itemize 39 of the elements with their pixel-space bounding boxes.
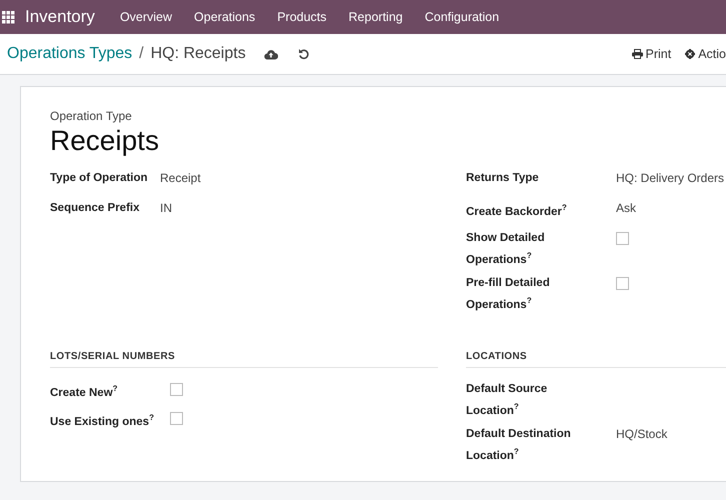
- apps-menu-icon[interactable]: [2, 10, 15, 24]
- menu-item[interactable]: Configuration: [414, 10, 510, 24]
- field-label: Show Detailed Operations$^{?}$: [466, 231, 546, 268]
- field-label: Use Existing ones$^{?}$: [50, 412, 155, 430]
- section-title: LOTS/SERIAL NUMBERS: [50, 351, 438, 368]
- checkbox[interactable]: [170, 383, 183, 396]
- field-value: HQ/Stock: [616, 426, 668, 443]
- field-value: IN: [160, 200, 173, 217]
- field-label: Pre-fill Detailed Operations$^{?}$: [466, 276, 551, 313]
- field-label: Sequence Prefix: [50, 201, 140, 216]
- field-value: HQ: Delivery Orders: [616, 170, 726, 187]
- field-value: Receipt: [160, 170, 202, 187]
- checkbox[interactable]: [616, 232, 629, 245]
- field-label: Type of Operation: [50, 171, 149, 186]
- gear-icon: [685, 49, 696, 59]
- field-label: Returns Type: [466, 171, 540, 186]
- action-button[interactable]: Print: [618, 47, 672, 61]
- field-label: Create New$^{?}$: [50, 383, 119, 401]
- breadcrumb-current: HQ: Receipts: [150, 45, 246, 63]
- action-button[interactable]: Actio: [671, 47, 726, 61]
- form-caption: Operation Type: [50, 109, 133, 123]
- app-name[interactable]: Inventory: [25, 7, 95, 27]
- undo-icon[interactable]: [298, 48, 310, 60]
- field-label: Default Destination Location$^{?}$: [466, 427, 572, 464]
- section-title: LOCATIONS: [466, 351, 726, 368]
- menu-item[interactable]: Products: [266, 10, 338, 24]
- save-cloud-icon[interactable]: [264, 48, 278, 60]
- field-value: Ask: [616, 200, 638, 217]
- checkbox[interactable]: [170, 412, 183, 425]
- printer-icon: [632, 49, 642, 59]
- form-title: Receipts: [50, 125, 160, 157]
- field-label: Create Backorder$^{?}$: [466, 202, 568, 220]
- menu-item[interactable]: Operations: [183, 10, 266, 24]
- menu-item[interactable]: Reporting: [338, 10, 414, 24]
- breadcrumb-separator: /: [139, 45, 144, 63]
- menu-item[interactable]: Overview: [108, 10, 184, 24]
- field-label: Default Source Location$^{?}$: [466, 382, 548, 419]
- breadcrumb-link[interactable]: Operations Types: [7, 45, 132, 63]
- checkbox[interactable]: [616, 277, 629, 290]
